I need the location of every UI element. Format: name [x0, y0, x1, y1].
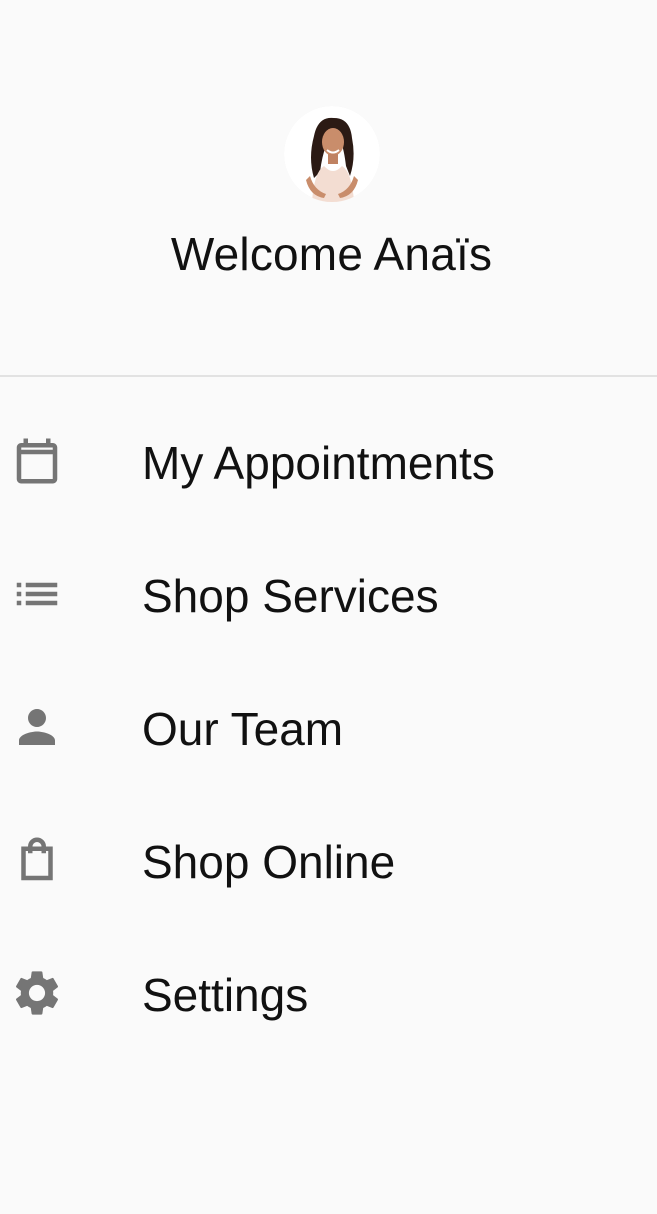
menu-item-label: Our Team — [142, 703, 344, 755]
menu-item-settings[interactable]: Settings — [0, 928, 657, 1061]
menu-item-our-team[interactable]: Our Team — [0, 662, 657, 795]
shopping-bag-icon — [10, 833, 64, 887]
menu-item-shop-online[interactable]: Shop Online — [0, 795, 657, 928]
menu-item-label: My Appointments — [142, 437, 495, 489]
list-icon — [10, 567, 64, 621]
gear-icon — [10, 966, 64, 1020]
header-divider — [0, 375, 657, 377]
person-icon — [10, 700, 64, 754]
welcome-title: Welcome Anaïs — [170, 228, 493, 280]
drawer-menu: My Appointments Shop Services Our Team S… — [0, 396, 657, 1061]
navigation-drawer: Welcome Anaïs My Appointments Shop Servi… — [0, 0, 657, 1214]
menu-item-my-appointments[interactable]: My Appointments — [0, 396, 657, 529]
menu-item-shop-services[interactable]: Shop Services — [0, 529, 657, 662]
menu-item-label: Shop Online — [142, 836, 396, 888]
avatar[interactable] — [284, 106, 380, 202]
menu-item-label: Shop Services — [142, 570, 439, 622]
calendar-icon — [10, 434, 64, 488]
menu-item-label: Settings — [142, 969, 309, 1021]
avatar-photo — [284, 106, 380, 202]
drawer-header: Welcome Anaïs — [0, 0, 657, 375]
